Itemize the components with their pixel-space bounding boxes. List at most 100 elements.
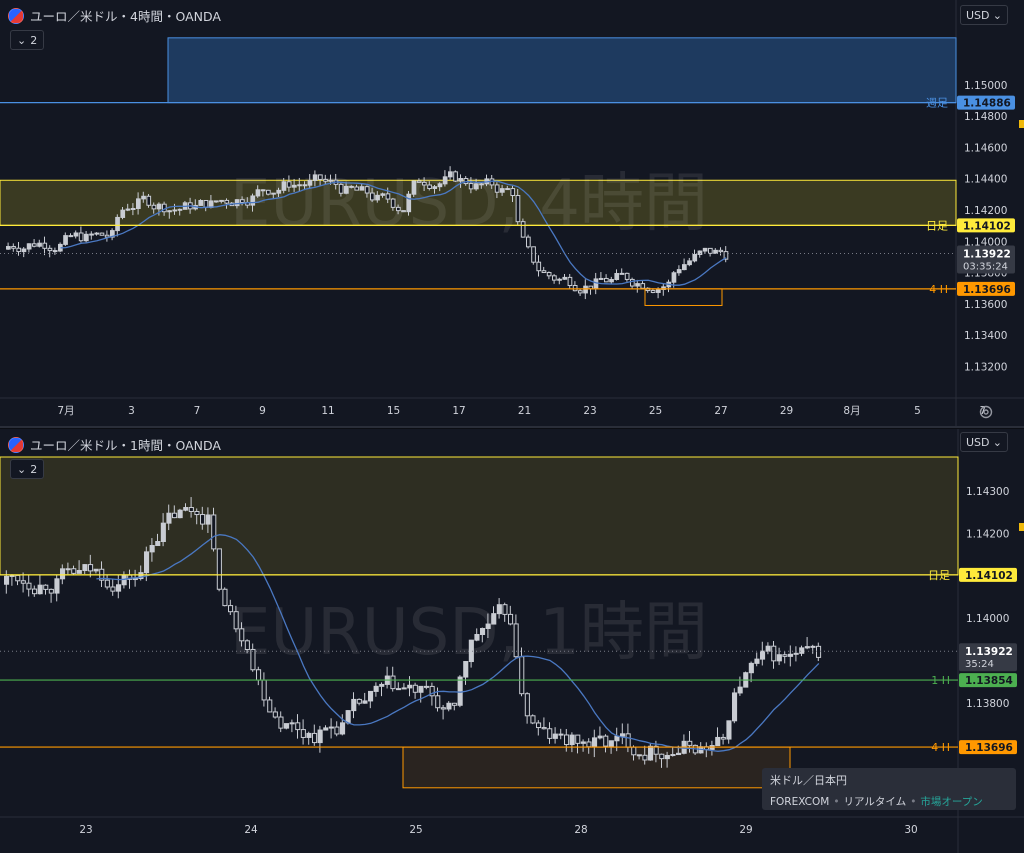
candle-body — [244, 640, 250, 651]
currency-label: USD — [966, 435, 990, 449]
chevron-down-icon: ⌄ — [992, 8, 1002, 22]
candle-body — [418, 685, 424, 693]
candle-body — [401, 687, 407, 690]
candle-body — [272, 711, 278, 718]
indicators-collapse-button[interactable]: ⌄ 2 — [10, 459, 45, 479]
candle-body — [385, 193, 391, 200]
candle-body — [373, 685, 379, 692]
candle-body — [21, 248, 27, 253]
candle-body — [71, 568, 77, 574]
candle-body — [317, 729, 323, 744]
candle-body — [266, 189, 271, 195]
currency-select[interactable]: USD ⌄ — [960, 5, 1008, 25]
candle-body — [640, 283, 646, 289]
candle-body — [536, 722, 542, 729]
candle-body — [177, 208, 183, 211]
settings-gear-icon[interactable] — [978, 404, 994, 420]
candle-body — [609, 279, 614, 283]
time-tick-label: 21 — [518, 405, 531, 417]
chart-panel-4h[interactable]: EURUSD, 4時間 1.15000 1.14800 1.14600 1.14400 1… — [0, 0, 1024, 428]
time-tick-label: 17 — [452, 405, 465, 417]
candle-body — [32, 243, 37, 247]
candle-body — [155, 540, 161, 547]
candle-body — [362, 700, 368, 704]
level-price-text: 1.14102 — [963, 220, 1011, 232]
candle-body — [510, 188, 516, 197]
candle-body — [32, 588, 38, 595]
supply-demand-zone — [0, 456, 959, 576]
chart-title-4h[interactable]: ユーロ／米ドル・4時間・OANDA — [8, 6, 221, 25]
tooltip-symbol: 米ドル／日本円 — [770, 774, 847, 787]
candle-body — [531, 246, 536, 263]
time-tick-label: 25 — [649, 405, 662, 417]
candle-body — [37, 584, 43, 595]
currency-select[interactable]: USD ⌄ — [960, 432, 1008, 452]
candle-body — [302, 184, 308, 187]
candle-body — [715, 736, 721, 747]
candle-body — [47, 247, 53, 252]
candle-body — [198, 199, 204, 206]
time-tick-label: 24 — [244, 824, 258, 836]
price-tick-label: 1.13600 — [964, 299, 1007, 311]
candle-body — [379, 683, 385, 687]
level-label: 日足 — [928, 569, 950, 582]
last-price-text: 1.13922 — [963, 249, 1011, 261]
candle-body — [737, 686, 743, 694]
candle-body — [390, 675, 396, 690]
price-tick-label: 1.14200 — [966, 528, 1009, 540]
time-tick-label: 29 — [780, 405, 793, 417]
time-tick-label: 23 — [79, 824, 92, 836]
candle-body — [552, 275, 557, 281]
candle-body — [754, 658, 760, 664]
candle-body — [520, 221, 526, 238]
indicators-collapse-button[interactable]: ⌄ 2 — [10, 30, 45, 50]
candle-body — [146, 195, 152, 206]
currency-label: USD — [966, 8, 990, 22]
candle-body — [586, 741, 592, 748]
candle-body — [116, 584, 122, 592]
time-tick-label: 11 — [321, 405, 334, 417]
candle-body — [267, 699, 273, 713]
candle-body — [216, 548, 222, 590]
candle-body — [494, 184, 500, 193]
candle-body — [396, 206, 401, 212]
candle-body — [799, 647, 805, 654]
candle-body — [200, 514, 206, 525]
candle-body — [99, 232, 105, 236]
candle-body — [648, 745, 654, 761]
candle-body — [328, 726, 334, 729]
symbol-title: ユーロ／米ドル・1時間・OANDA — [30, 438, 221, 453]
supply-demand-zone — [402, 746, 791, 789]
candle-body — [562, 276, 568, 280]
chart-canvas-4h[interactable]: EURUSD, 4時間 1.15000 1.14800 1.14600 1.14400 1… — [0, 0, 1024, 426]
candle-body — [73, 232, 79, 237]
candle-body — [457, 676, 463, 706]
candle-body — [284, 723, 290, 729]
candle-body — [306, 732, 312, 738]
candle-body — [463, 661, 469, 678]
price-tick-label: 1.13200 — [964, 362, 1007, 374]
candle-body — [412, 684, 418, 693]
price-tick-label: 1.13800 — [966, 698, 1009, 710]
candle-body — [271, 192, 276, 195]
chevron-down-icon: ⌄ — [992, 435, 1002, 449]
candle-body — [211, 514, 217, 550]
price-tick-label: 1.13400 — [964, 330, 1007, 342]
candle-body — [88, 564, 94, 572]
candle-body — [194, 510, 200, 516]
chart-title-1h[interactable]: ユーロ／米ドル・1時間・OANDA — [8, 435, 221, 454]
candle-body — [120, 209, 126, 218]
candle-body — [141, 195, 146, 200]
candle-body — [219, 199, 224, 202]
candle-body — [435, 695, 441, 709]
candle-body — [771, 645, 777, 662]
time-tick-label: 8月 — [843, 405, 860, 417]
candle-body — [598, 277, 604, 280]
candle-body — [151, 204, 157, 210]
candle-body — [68, 235, 74, 238]
symbol-tooltip: 米ドル／日本円 FOREXCOM • リアルタイム • 市場オープン — [762, 768, 1016, 810]
indicator-count: 2 — [30, 33, 38, 47]
candle-body — [776, 654, 782, 662]
candle-body — [604, 277, 609, 283]
candle-body — [6, 246, 11, 250]
